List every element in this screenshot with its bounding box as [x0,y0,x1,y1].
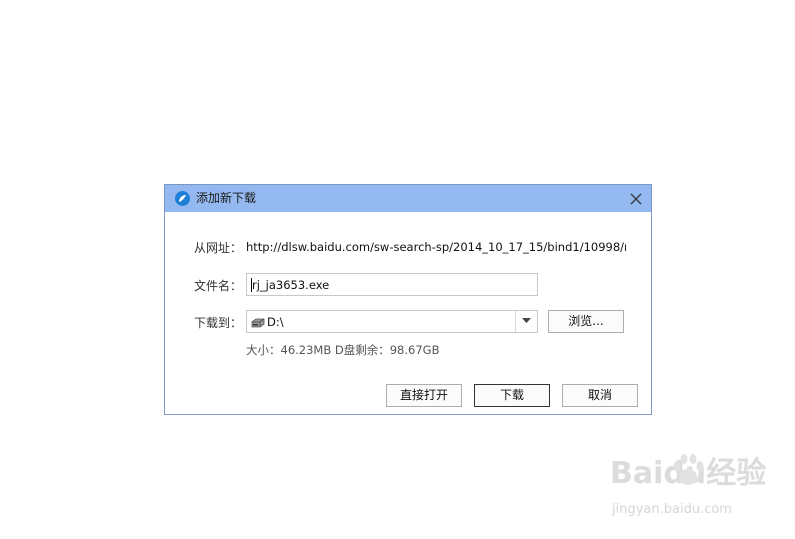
close-button[interactable] [626,189,646,209]
saveto-dropdown-button[interactable] [515,311,537,332]
chevron-down-icon [522,318,531,323]
baidu-jingyan-watermark: Baidu经验 jingyan.baidu.com [610,450,766,525]
cancel-button[interactable]: 取消 [562,384,638,407]
filename-value: rj_ja3653.exe [252,278,330,292]
url-value: http://dlsw.baidu.com/sw-search-sp/2014_… [246,240,626,254]
app-logo-icon [175,191,190,206]
dialog-title: 添加新下载 [196,191,257,205]
filename-input[interactable]: rj_ja3653.exe [246,273,538,296]
saveto-select[interactable]: D:\ [246,310,538,333]
close-icon [630,193,642,205]
saveto-label: 下载到： [194,316,243,330]
page: 添加新下载 从网址： http://dlsw.baidu.com/sw-sear… [0,0,795,539]
add-download-dialog: 添加新下载 从网址： http://dlsw.baidu.com/sw-sear… [164,184,652,415]
hard-drive-icon [250,315,266,329]
watermark-url: jingyan.baidu.com [612,502,732,517]
browse-button[interactable]: 浏览... [548,310,624,333]
size-info: 大小：46.23MB D盘剩余：98.67GB [246,343,440,357]
filename-label: 文件名： [194,279,243,293]
open-directly-button[interactable]: 直接打开 [386,384,462,407]
saveto-value: D:\ [267,315,284,329]
download-button[interactable]: 下载 [474,384,550,407]
dialog-titlebar[interactable]: 添加新下载 [165,185,651,212]
paw-icon [673,454,704,485]
url-label: 从网址： [194,241,243,255]
